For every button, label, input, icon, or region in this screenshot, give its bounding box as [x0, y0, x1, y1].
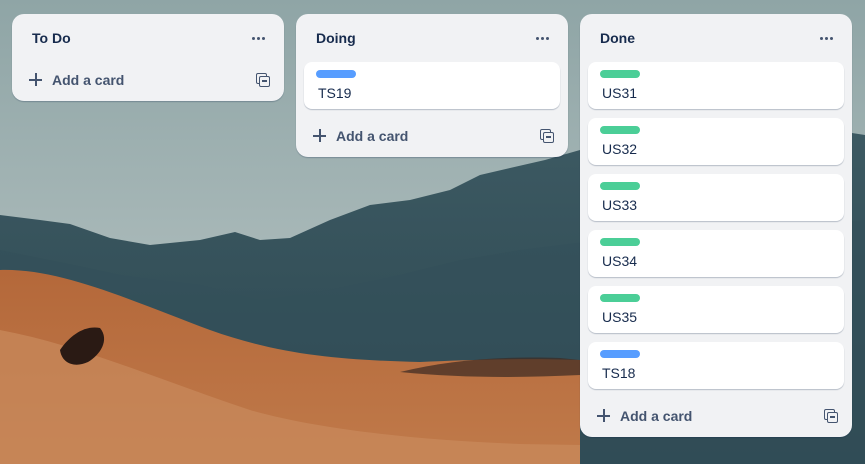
more-horizontal-icon[interactable]: [246, 28, 270, 48]
card-title: US33: [602, 197, 638, 213]
add-card-button[interactable]: Add a card: [580, 398, 852, 438]
card-title: US32: [602, 141, 638, 157]
card-label: [600, 350, 640, 358]
plus-icon: [312, 128, 328, 144]
list-header: Done: [580, 14, 852, 62]
card-label: [600, 70, 640, 78]
card-template-icon[interactable]: [540, 129, 554, 143]
board-canvas: To Do Add a card Doing TS19 Add a card D…: [0, 0, 865, 464]
card-title: TS18: [602, 365, 636, 381]
card-label: [600, 126, 640, 134]
card[interactable]: US31: [588, 62, 844, 109]
list-doing: Doing TS19 Add a card: [296, 14, 568, 157]
card-template-icon[interactable]: [824, 409, 838, 423]
add-card-label: Add a card: [336, 128, 409, 144]
add-card-label: Add a card: [620, 408, 693, 424]
card[interactable]: US32: [588, 118, 844, 165]
card-list: TS19: [296, 62, 568, 109]
card-title: US35: [602, 309, 638, 325]
card-title: US34: [602, 253, 638, 269]
plus-icon: [596, 408, 612, 424]
card-label: [600, 238, 640, 246]
list-title[interactable]: Done: [600, 30, 635, 46]
card-template-icon[interactable]: [256, 73, 270, 87]
list-header: Doing: [296, 14, 568, 62]
add-card-button[interactable]: Add a card: [12, 62, 284, 102]
more-horizontal-icon[interactable]: [814, 28, 838, 48]
list-header: To Do: [12, 14, 284, 62]
card[interactable]: US35: [588, 286, 844, 333]
card[interactable]: US33: [588, 174, 844, 221]
card[interactable]: TS19: [304, 62, 560, 109]
add-card-button[interactable]: Add a card: [296, 118, 568, 158]
card-label: [600, 182, 640, 190]
card-label: [316, 70, 356, 78]
card[interactable]: US34: [588, 230, 844, 277]
more-horizontal-icon[interactable]: [530, 28, 554, 48]
card-title: US31: [602, 85, 638, 101]
list-title[interactable]: To Do: [32, 30, 71, 46]
list-done: Done US31 US32 US33 US34 US35 TS18 Add a…: [580, 14, 852, 437]
list-title[interactable]: Doing: [316, 30, 356, 46]
card-label: [600, 294, 640, 302]
card-list: US31 US32 US33 US34 US35 TS18: [580, 62, 852, 389]
card-title: TS19: [318, 85, 352, 101]
add-card-label: Add a card: [52, 72, 125, 88]
plus-icon: [28, 72, 44, 88]
card[interactable]: TS18: [588, 342, 844, 389]
list-to-do: To Do Add a card: [12, 14, 284, 101]
